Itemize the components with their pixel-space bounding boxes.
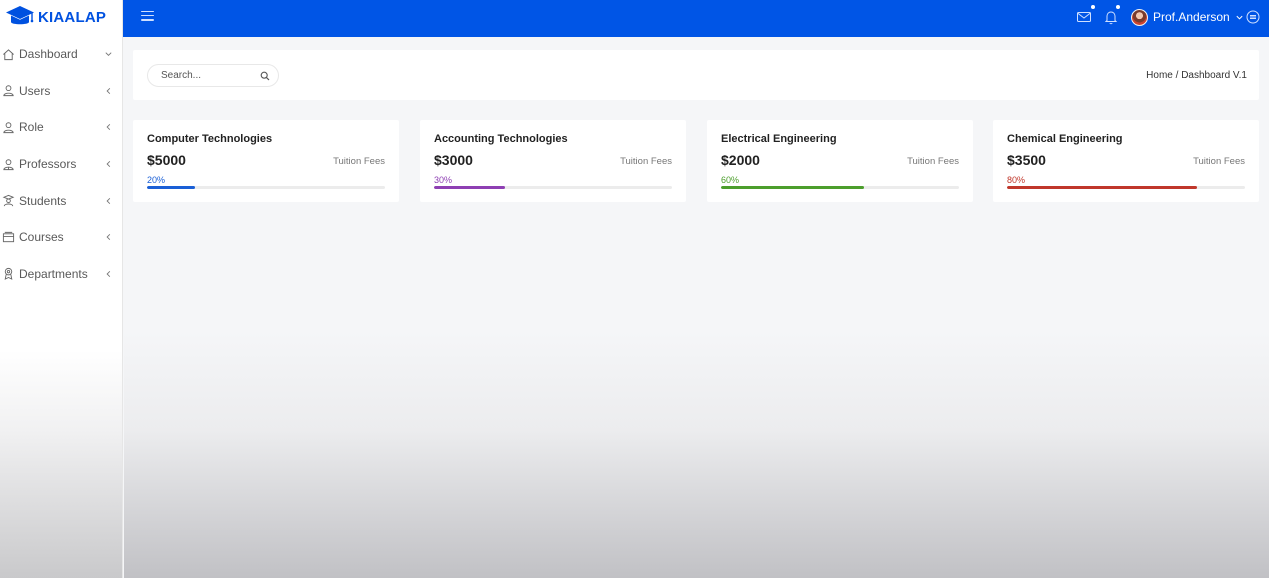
chevron-left-icon <box>104 269 113 278</box>
card-title: Electrical Engineering <box>721 133 837 145</box>
card-amount: $2000 <box>721 152 760 168</box>
chevron-left-icon <box>104 196 113 205</box>
search-input[interactable] <box>161 70 261 81</box>
sidebar-item-role[interactable]: Role <box>0 109 123 146</box>
progress-fill <box>434 186 506 189</box>
sidebar-item-label: Role <box>19 120 44 135</box>
bell-icon[interactable] <box>1103 5 1120 25</box>
card-title: Chemical Engineering <box>1007 133 1123 145</box>
search-box <box>147 64 279 87</box>
card-caption: Tuition Fees <box>333 156 385 167</box>
progress-fill <box>721 186 864 189</box>
user-menu[interactable]: Prof.Anderson <box>1131 6 1244 28</box>
card-amount: $3000 <box>434 152 473 168</box>
progress-fill <box>1007 186 1198 189</box>
user-icon <box>1 83 16 98</box>
sidebar-item-label: Departments <box>19 266 88 281</box>
sidebar-item-label: Professors <box>19 157 77 172</box>
user-name: Prof.Anderson <box>1153 10 1230 24</box>
sidebar-item-users[interactable]: Users <box>0 73 123 110</box>
chevron-left-icon <box>104 123 113 132</box>
chevron-down-icon <box>104 50 113 59</box>
search-icon[interactable] <box>260 71 270 81</box>
progress-fill <box>147 186 195 189</box>
department-card: Chemical Engineering $3500 Tuition Fees … <box>993 120 1259 202</box>
card-title: Computer Technologies <box>147 133 273 145</box>
department-icon <box>1 266 16 281</box>
top-bar: Prof.Anderson <box>123 0 1269 37</box>
card-caption: Tuition Fees <box>1193 156 1245 167</box>
menu-icon[interactable] <box>141 11 154 22</box>
department-card: Accounting Technologies $3000 Tuition Fe… <box>420 120 686 202</box>
role-icon <box>1 120 16 135</box>
sidebar-nav: Dashboard Users Role Professors Students… <box>0 36 123 292</box>
card-amount: $5000 <box>147 152 186 168</box>
progress-track <box>434 186 672 189</box>
avatar <box>1131 8 1148 26</box>
chevron-left-icon <box>104 233 113 242</box>
sidebar-item-professors[interactable]: Professors <box>0 146 123 183</box>
card-amount: $3500 <box>1007 152 1046 168</box>
department-card: Computer Technologies $5000 Tuition Fees… <box>133 120 399 202</box>
sidebar-item-dashboard[interactable]: Dashboard <box>0 36 123 73</box>
card-caption: Tuition Fees <box>907 156 959 167</box>
card-caption: Tuition Fees <box>620 156 672 167</box>
card-percent: 80% <box>1007 175 1026 185</box>
progress-track <box>147 186 385 189</box>
mail-icon[interactable] <box>1076 5 1095 25</box>
graduation-cap-icon <box>6 6 34 25</box>
sidebar-item-label: Students <box>19 193 67 208</box>
sidebar-item-students[interactable]: Students <box>0 182 123 219</box>
professor-icon <box>1 157 16 172</box>
sidebar-item-label: Dashboard <box>19 47 78 62</box>
settings-icon[interactable] <box>1245 9 1261 25</box>
card-title: Accounting Technologies <box>434 133 568 145</box>
sidebar-item-label: Courses <box>19 230 64 245</box>
department-card: Electrical Engineering $2000 Tuition Fee… <box>707 120 973 202</box>
sidebar: KIAALAP Dashboard Users Role Professors … <box>0 0 123 578</box>
sidebar-item-departments[interactable]: Departments <box>0 256 123 293</box>
card-percent: 30% <box>434 175 453 185</box>
student-icon <box>1 193 16 208</box>
logo-text: KIAALAP <box>38 8 107 26</box>
chevron-left-icon <box>104 86 113 95</box>
bell-notification-dot <box>1116 5 1120 9</box>
content-background-fade <box>124 330 1269 578</box>
home-icon <box>1 47 16 62</box>
header-panel: Home / Dashboard V.1 <box>133 50 1259 100</box>
courses-icon <box>1 230 16 245</box>
breadcrumb-home-link[interactable]: Home <box>1146 70 1173 81</box>
card-percent: 20% <box>147 175 166 185</box>
sidebar-item-courses[interactable]: Courses <box>0 219 123 256</box>
progress-track <box>721 186 959 189</box>
chevron-left-icon <box>104 160 113 169</box>
progress-track <box>1007 186 1245 189</box>
breadcrumb-separator: / <box>1172 70 1182 81</box>
mail-notification-dot <box>1091 5 1095 9</box>
chevron-down-icon <box>1235 13 1244 22</box>
breadcrumb: Home / Dashboard V.1 <box>1146 70 1247 81</box>
card-percent: 60% <box>721 175 740 185</box>
sidebar-item-label: Users <box>19 83 51 98</box>
breadcrumb-current: Dashboard V.1 <box>1181 70 1247 81</box>
logo[interactable]: KIAALAP <box>5 3 106 31</box>
